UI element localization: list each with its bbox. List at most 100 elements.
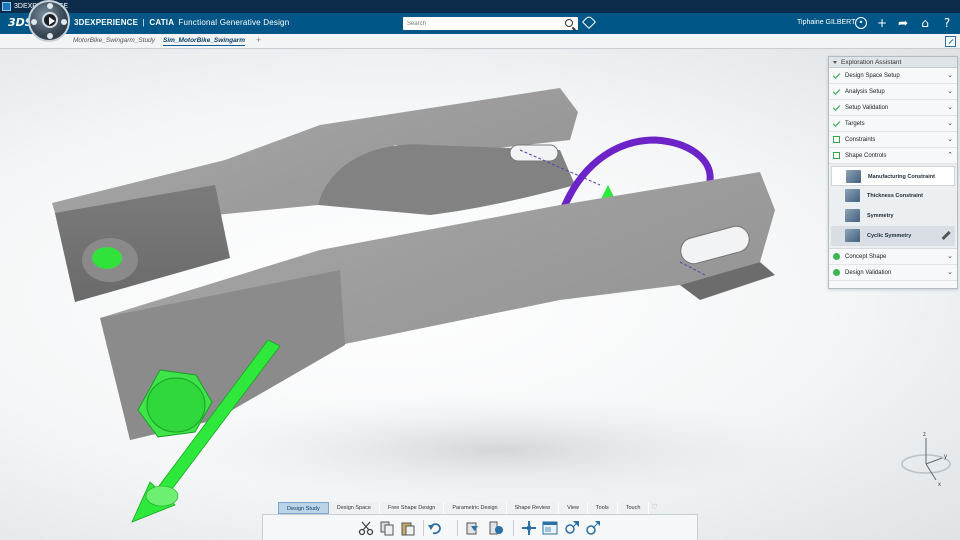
copy-icon[interactable] — [379, 520, 395, 536]
tab-design-space[interactable]: Design Space — [328, 502, 380, 514]
constraint-tool-icon[interactable] — [564, 520, 580, 536]
chevron-down-icon[interactable]: ⌄ — [947, 100, 953, 116]
help-icon[interactable]: ? — [940, 16, 954, 30]
manufacturing-constraint-item[interactable]: Manufacturing Constraint — [831, 166, 955, 186]
app-name: Functional Generative Design — [178, 18, 290, 27]
thickness-constraint-item[interactable]: Thickness Constraint — [831, 186, 955, 206]
move-icon[interactable] — [521, 520, 537, 536]
status-dot-icon — [833, 253, 840, 260]
symmetry-icon — [845, 209, 860, 222]
axis-triad[interactable]: z y x — [896, 428, 956, 488]
search-icon[interactable] — [565, 19, 573, 27]
chevron-down-icon[interactable]: ⌄ — [947, 116, 953, 132]
compass-icon[interactable] — [28, 0, 70, 42]
fullscreen-icon[interactable] — [945, 36, 956, 47]
favorites-heart-icon[interactable]: ♡ — [649, 502, 659, 514]
chevron-down-icon[interactable]: ⌄ — [947, 84, 953, 100]
step-label: Design Validation — [845, 270, 892, 276]
step-setup-validation[interactable]: Setup Validation ⌄ — [829, 100, 957, 116]
step-constraints[interactable]: Constraints ⌄ — [829, 132, 957, 148]
step-design-space-setup[interactable]: Design Space Setup ⌄ — [829, 68, 957, 84]
step-label: Constraints — [845, 137, 876, 143]
tag-icon[interactable] — [581, 14, 597, 30]
x-axis-label: x — [938, 482, 941, 488]
load-arrow-cone — [145, 485, 179, 507]
check-icon — [832, 119, 841, 127]
step-shape-controls[interactable]: Shape Controls ⌃ — [829, 148, 957, 164]
measure-icon[interactable] — [488, 520, 504, 536]
cyclic-symmetry-icon — [845, 229, 860, 242]
tab-shape-review[interactable]: Shape Review — [506, 502, 560, 514]
brand-name: 3DEXPERIENCE — [74, 18, 139, 27]
chevron-down-icon[interactable]: ⌄ — [947, 132, 953, 148]
empty-box-icon — [833, 136, 840, 143]
upper-slot — [509, 144, 559, 162]
cyclic-symmetry-item[interactable]: Cyclic Symmetry — [831, 226, 955, 246]
tab-view[interactable]: View — [559, 502, 588, 514]
item-label: Cyclic Symmetry — [867, 233, 912, 239]
panel-icon[interactable] — [542, 520, 558, 536]
tab-tools[interactable]: Tools — [587, 502, 618, 514]
swingarm-model[interactable] — [0, 49, 960, 540]
pencil-icon[interactable] — [941, 230, 951, 240]
symmetry-tool-icon[interactable] — [585, 520, 601, 536]
add-icon[interactable]: + — [875, 16, 889, 30]
tab-sim[interactable]: Sim_MotorBike_Swingarm — [163, 37, 245, 46]
3d-viewport[interactable] — [0, 49, 960, 540]
brand-separator: | — [142, 18, 145, 27]
collapse-icon[interactable] — [833, 60, 837, 64]
symmetry-item[interactable]: Symmetry — [831, 206, 955, 226]
tab-free-shape-design[interactable]: Free Shape Design — [379, 502, 445, 514]
share-icon[interactable]: ➦ — [896, 16, 910, 30]
status-dot-icon — [833, 269, 840, 276]
step-label: Shape Controls — [845, 153, 887, 159]
step-label: Setup Validation — [845, 105, 889, 111]
chevron-down-icon[interactable]: ⌄ — [947, 265, 953, 281]
cut-icon[interactable] — [358, 520, 374, 536]
tab-strip: MotorBike_Swingarm_Study Sim_MotorBike_S… — [0, 34, 960, 49]
tab-design-study[interactable]: Design Study — [278, 502, 329, 514]
bolt-face — [146, 377, 206, 433]
check-icon — [832, 87, 841, 95]
step-design-validation[interactable]: Design Validation ⌄ — [829, 265, 957, 281]
undo-icon[interactable] — [427, 520, 443, 536]
panel-title: Exploration Assistant — [841, 59, 902, 66]
insert-icon[interactable] — [465, 520, 481, 536]
window-title-bar: 3DEXPERIENCE — [0, 0, 960, 13]
upper-hole-constraint — [92, 247, 122, 269]
app-brand: 3DEXPERIENCE | CATIA Functional Generati… — [74, 18, 289, 27]
window-title: 3DEXPERIENCE — [14, 3, 960, 10]
y-axis-label: y — [944, 454, 947, 460]
app-header: 3DS 3DEXPERIENCE | CATIA Functional Gene… — [0, 13, 960, 34]
add-tab-icon[interactable]: + — [256, 35, 261, 45]
step-concept-shape[interactable]: Concept Shape ⌄ — [829, 249, 957, 265]
chevron-down-icon[interactable]: ⌄ — [947, 68, 953, 84]
home-icon[interactable]: ⌂ — [918, 16, 932, 30]
panel-header[interactable]: Exploration Assistant — [829, 57, 957, 68]
app-window-icon — [2, 2, 11, 11]
play-icon[interactable] — [42, 12, 58, 28]
tab-parametric-design[interactable]: Parametric Design — [444, 502, 507, 514]
ground-shadow — [170, 395, 830, 505]
paste-icon[interactable] — [400, 520, 416, 536]
exploration-assistant-panel: Exploration Assistant Design Space Setup… — [828, 56, 958, 289]
chevron-down-icon[interactable]: ⌄ — [947, 249, 953, 265]
search-input[interactable] — [403, 17, 561, 30]
chevron-up-icon[interactable]: ⌃ — [947, 148, 953, 164]
user-avatar-icon[interactable]: • — [855, 17, 867, 29]
item-label: Thickness Constraint — [867, 193, 923, 199]
step-label: Targets — [845, 121, 865, 127]
step-label: Design Space Setup — [845, 73, 900, 79]
user-name[interactable]: Tiphaine GILBERT — [797, 19, 855, 26]
step-targets[interactable]: Targets ⌄ — [829, 116, 957, 132]
check-icon — [832, 103, 841, 111]
action-toolbar — [262, 514, 698, 540]
step-analysis-setup[interactable]: Analysis Setup ⌄ — [829, 84, 957, 100]
empty-box-icon — [833, 152, 840, 159]
product-name: CATIA — [149, 18, 174, 27]
tab-study[interactable]: MotorBike_Swingarm_Study — [73, 37, 155, 44]
thickness-constraint-icon — [845, 189, 860, 202]
search-box — [403, 17, 578, 30]
tab-touch[interactable]: Touch — [617, 502, 650, 514]
shape-controls-list: Manufacturing Constraint Thickness Const… — [829, 164, 957, 249]
